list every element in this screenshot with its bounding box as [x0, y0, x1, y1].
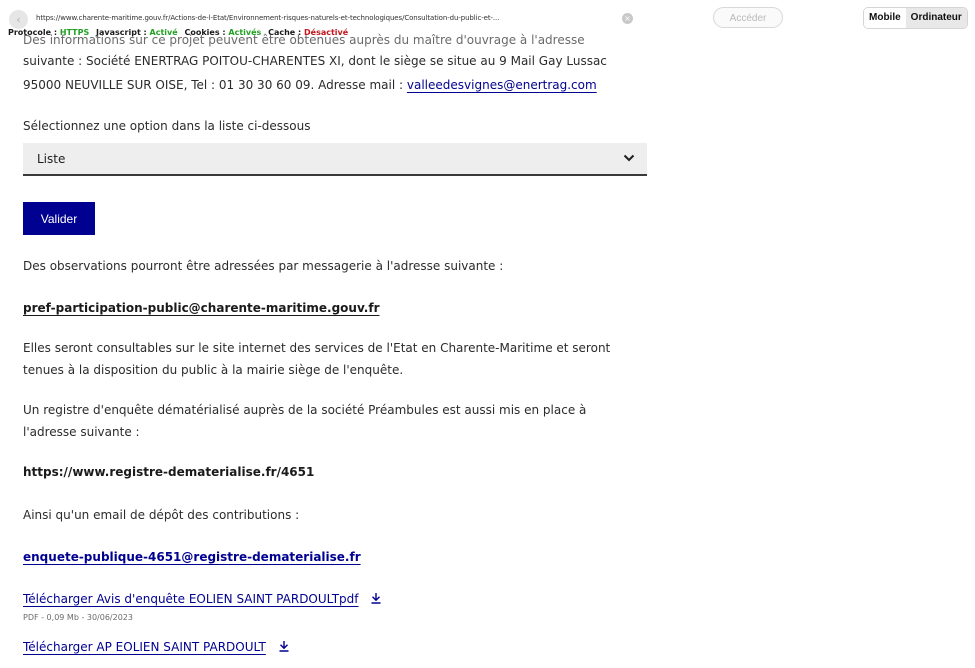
download-icon[interactable] [278, 640, 290, 652]
enertrag-email-link[interactable]: valleedesvignes@enertrag.com [407, 78, 597, 92]
observations-email-link[interactable]: pref-participation-public@charente-marit… [23, 301, 380, 315]
info-text-clipped: Des informations sur ce projet peuvent ê… [23, 33, 585, 47]
contrib-email-link[interactable]: enquete-publique-4651@registre-demateria… [23, 550, 361, 564]
registry-text-line-2: l'adresse suivante : [23, 425, 140, 439]
info-text-line-3-text: 95000 NEUVILLE SUR OISE, Tel : 01 30 30 … [23, 78, 404, 92]
download-item: Télécharger AP EOLIEN SAINT PARDOULT [23, 637, 290, 658]
download-item: Télécharger Avis d'enquête EOLIEN SAINT … [23, 589, 382, 610]
close-icon: × [624, 14, 631, 23]
select-value: Liste [37, 152, 66, 166]
submit-button[interactable]: Valider [23, 202, 95, 235]
mode-mobile-button[interactable]: Mobile [864, 8, 906, 28]
download-icon[interactable] [370, 592, 382, 604]
url-bar[interactable]: https://www.charente-maritime.gouv.fr/Ac… [36, 14, 499, 22]
chevron-down-icon [623, 154, 635, 162]
view-mode-switch: Mobile Ordinateur [863, 7, 968, 29]
consult-text-line-1: Elles seront consultables sur le site in… [23, 341, 611, 355]
download-meta: PDF - 0,09 Mb - 30/06/2023 [23, 613, 133, 622]
consult-text-line-2: tenues à la disposition du public à la m… [23, 363, 404, 377]
chevron-left-icon: ‹ [16, 13, 21, 26]
clear-url-button[interactable]: × [622, 13, 633, 24]
option-select[interactable]: Liste [23, 143, 647, 176]
back-button[interactable]: ‹ [9, 10, 28, 29]
contrib-email: enquete-publique-4651@registre-demateria… [23, 547, 361, 568]
observations-text: Des observations pourront être adressées… [23, 259, 504, 273]
go-button[interactable]: Accéder [713, 7, 783, 28]
registry-text-line-1: Un registre d'enquête dématérialisé aupr… [23, 403, 587, 417]
download-link[interactable]: Télécharger AP EOLIEN SAINT PARDOULT [23, 640, 266, 654]
download-link[interactable]: Télécharger Avis d'enquête EOLIEN SAINT … [23, 592, 358, 606]
observations-email: pref-participation-public@charente-marit… [23, 298, 380, 319]
select-prompt: Sélectionnez une option dans la liste ci… [23, 119, 311, 133]
mode-desktop-button[interactable]: Ordinateur [905, 8, 967, 28]
info-text-line-2: suivante : Société ENERTRAG POITOU-CHARE… [23, 54, 607, 68]
email-intro-text: Ainsi qu'un email de dépôt des contribut… [23, 508, 300, 522]
registry-url: https://www.registre-dematerialise.fr/46… [23, 465, 315, 479]
info-text-line-3: 95000 NEUVILLE SUR OISE, Tel : 01 30 30 … [23, 75, 597, 96]
